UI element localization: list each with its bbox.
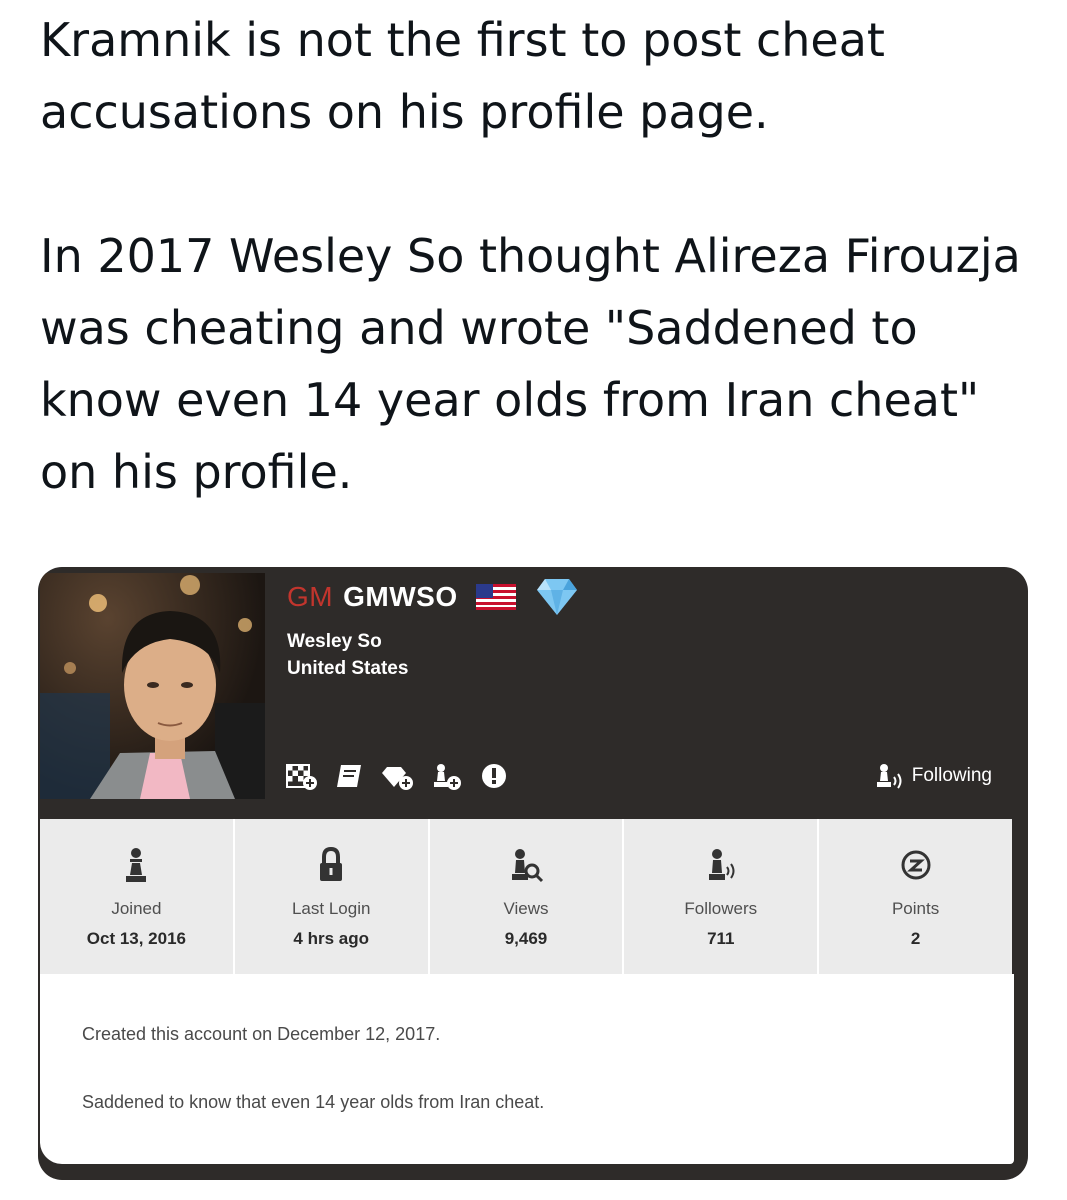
- about-line-created: Created this account on December 12, 201…: [82, 1024, 441, 1044]
- diamond-member-icon: [536, 579, 577, 615]
- profile-card-screenshot: GM GMWSO Wesley So United States Followi…: [38, 567, 1028, 1180]
- stat-value: Oct 13, 2016: [86, 929, 187, 948]
- stat-value: 711: [707, 929, 735, 948]
- alert-icon[interactable]: [477, 761, 511, 791]
- avatar: [40, 573, 265, 799]
- stat-value: 4 hrs ago: [293, 929, 369, 948]
- country: United States: [287, 658, 409, 679]
- stat-value: 2: [910, 929, 921, 948]
- us-flag-icon: [475, 584, 516, 610]
- gm-title-badge: GM: [287, 581, 334, 612]
- about-line-statement: Saddened to know that even 14 year olds …: [82, 1092, 545, 1112]
- pawn-icon: [126, 848, 147, 882]
- stat-points: Points 2: [819, 819, 1012, 974]
- username: GMWSO: [343, 581, 458, 612]
- following-label: Following: [911, 765, 992, 786]
- stat-last-login: Last Login 4 hrs ago: [235, 819, 430, 974]
- stat-views: Views 9,469: [430, 819, 625, 974]
- following-button[interactable]: Following: [872, 761, 992, 791]
- lock-icon: [320, 846, 343, 881]
- stat-joined: Joined Oct 13, 2016: [40, 819, 235, 974]
- chessboard-plus-icon[interactable]: [285, 761, 319, 791]
- stat-label: Last Login: [291, 899, 371, 918]
- profile-header: GM GMWSO Wesley So United States Followi…: [38, 567, 1028, 819]
- diamond-plus-icon[interactable]: [381, 761, 415, 791]
- stat-label: Followers: [684, 899, 758, 918]
- tweet-paragraph-2: In 2017 Wesley So thought Alireza Firouz…: [40, 229, 1021, 499]
- following-icon: [876, 764, 902, 789]
- stat-followers: Followers 711: [624, 819, 820, 974]
- tweet-text: Kramnik is not the first to post cheat a…: [40, 4, 1040, 508]
- views-icon: [511, 849, 544, 883]
- stat-label: Joined: [111, 899, 162, 918]
- book-icon[interactable]: [333, 761, 367, 791]
- stat-label: Views: [503, 899, 549, 918]
- pawn-plus-icon[interactable]: [429, 761, 463, 791]
- tweet-paragraph-1: Kramnik is not the first to post cheat a…: [40, 13, 885, 139]
- profile-badges: [285, 761, 511, 791]
- followers-icon: [708, 849, 735, 880]
- points-icon: [901, 850, 931, 880]
- stat-value: 9,469: [504, 929, 548, 948]
- name-row: GM GMWSO: [287, 577, 578, 617]
- stat-label: Points: [891, 899, 940, 918]
- real-name: Wesley So: [287, 631, 382, 652]
- stats-bar: Joined Oct 13, 2016 Last Login 4 hrs ago…: [40, 819, 1012, 974]
- avatar-photo: [40, 575, 265, 799]
- about-section: Created this account on December 12, 201…: [40, 974, 1014, 1164]
